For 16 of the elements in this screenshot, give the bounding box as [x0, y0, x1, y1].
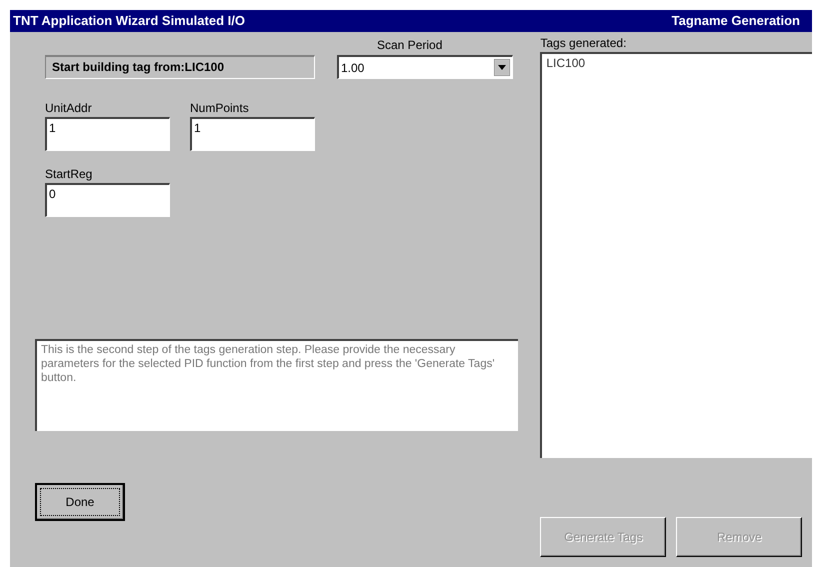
done-button[interactable]: Done	[35, 483, 125, 521]
start-tag-label: Start building tag from:LIC100	[45, 55, 315, 79]
list-item[interactable]: LIC100	[546, 56, 586, 70]
field-label: StartReg	[45, 167, 92, 181]
scan-period-dropdown[interactable]: 1.00	[337, 55, 513, 79]
field-label: NumPoints	[190, 101, 249, 115]
window-title: TNT Application Wizard Simulated I/O	[13, 13, 245, 28]
dropdown-arrow-icon[interactable]	[494, 59, 510, 76]
input-field[interactable]: 0	[45, 183, 170, 217]
list-label: Tags generated:	[540, 36, 626, 50]
field-label: UnitAddr	[45, 101, 92, 115]
input-field[interactable]: 1	[190, 117, 315, 151]
section-title: Tagname Generation	[672, 13, 800, 28]
input-field[interactable]: 1	[45, 117, 170, 151]
description-text: This is the second step of the tags generation step. Please provide the necessary parameters for the selected PID function from the first step and press the 'Generate Tags' button.	[35, 339, 518, 431]
field-label: Scan Period	[377, 38, 442, 52]
